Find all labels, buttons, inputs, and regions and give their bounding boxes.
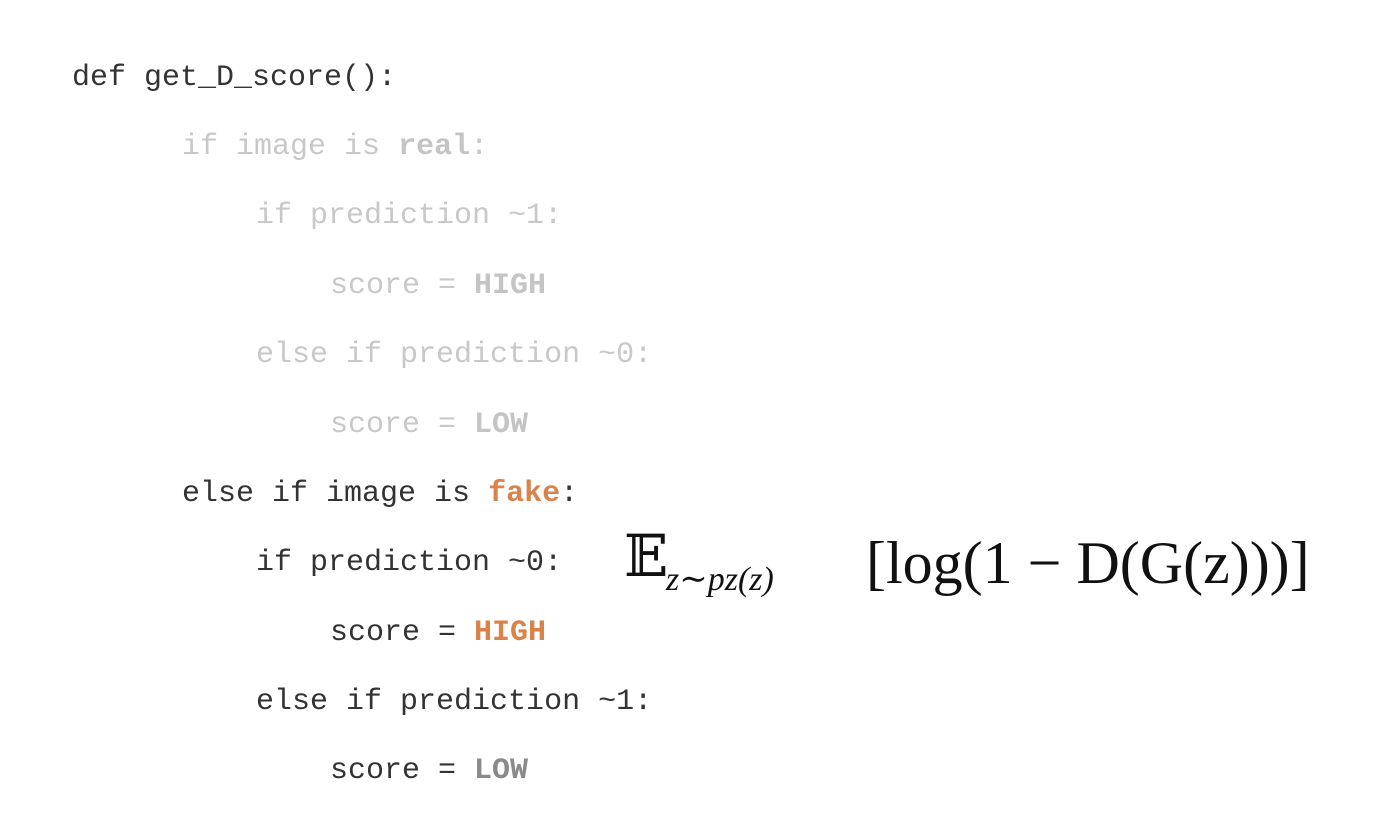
code-line-fake-pred0: if prediction ~0: bbox=[184, 503, 562, 580]
code-line-fake-score-low: score = LOW bbox=[258, 711, 528, 788]
code-line-real-score-high: score = HIGH bbox=[258, 226, 546, 303]
code-line-real-score-low: score = LOW bbox=[258, 365, 528, 442]
code-line-fake-if: else if image is fake: bbox=[110, 434, 578, 511]
code-line-real-pred1: if prediction ~1: bbox=[184, 156, 562, 233]
expectation-symbol: 𝔼 bbox=[624, 524, 669, 589]
code-block: def get_D_score(): if image is real: if … bbox=[0, 0, 652, 804]
loss-formula: 𝔼 z∼pz(z) [log(1 − D(G(z)))] bbox=[620, 520, 1390, 610]
code-line-fake-pred1: else if prediction ~1: bbox=[184, 642, 652, 719]
code-line-real-if: if image is real: bbox=[110, 87, 488, 164]
code-line-real-pred0: else if prediction ~0: bbox=[184, 295, 652, 372]
formula-body: [log(1 − D(G(z)))] bbox=[866, 530, 1310, 596]
fake-score-prefix-low: score = bbox=[330, 754, 475, 788]
code-line-fake-score-high: score = HIGH bbox=[258, 573, 546, 650]
expectation-subscript: z∼pz(z) bbox=[666, 561, 774, 598]
fake-score-low: LOW bbox=[474, 754, 529, 788]
fake-suffix: : bbox=[560, 477, 579, 511]
code-line-def: def get_D_score(): bbox=[0, 18, 396, 95]
